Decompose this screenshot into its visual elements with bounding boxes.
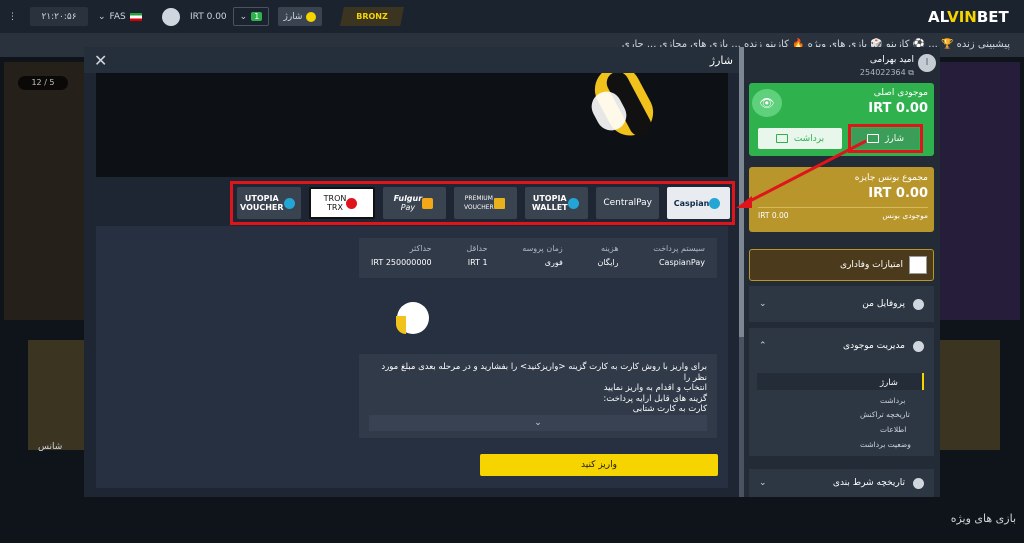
annotation-arrow-line: [747, 139, 867, 204]
annotation-arrow-head: [736, 196, 752, 208]
annotation-arrow: [736, 139, 867, 208]
